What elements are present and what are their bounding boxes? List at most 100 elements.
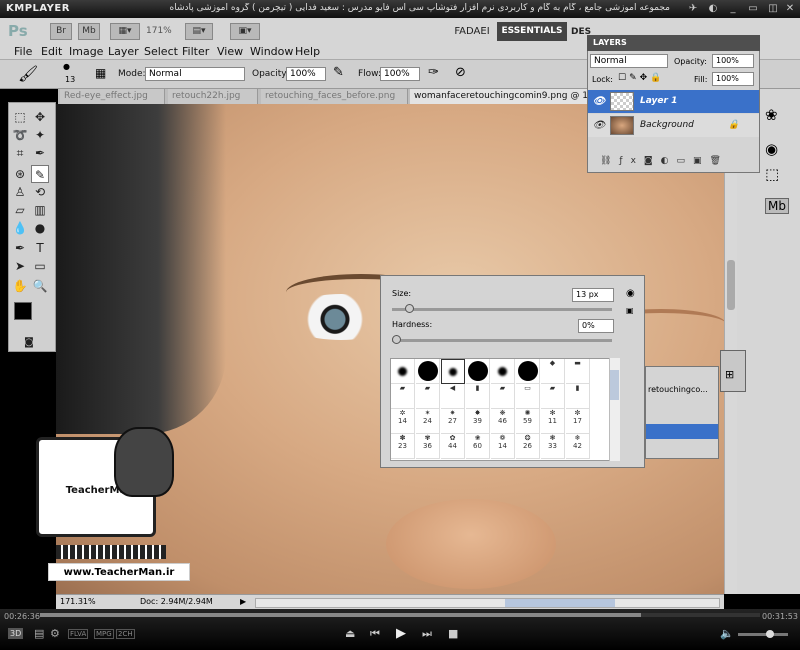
preset-special-10[interactable]: ▮ <box>566 384 590 409</box>
brush-size-value[interactable]: 13 <box>65 75 75 84</box>
menu-file[interactable]: File <box>14 45 32 58</box>
tab-retouching-faces[interactable]: retouching_faces_before.png <box>261 89 408 104</box>
opacity-input[interactable]: 100% <box>286 67 326 81</box>
opacity-pressure-icon[interactable]: ✎ <box>333 65 344 80</box>
quick-select-tool-icon[interactable]: ✦ <box>31 126 49 144</box>
tab-retouch22h[interactable]: retouch22h.jpg <box>168 89 258 104</box>
menu-help[interactable]: Help <box>295 45 320 58</box>
preset-hard-3[interactable] <box>516 359 540 384</box>
horizontal-scrollbar[interactable] <box>255 598 720 608</box>
preset-27[interactable]: ✷ 27 <box>441 409 465 434</box>
fullscreen-icon[interactable]: ◫ <box>766 2 780 15</box>
playlist-icon[interactable]: ▤ <box>34 627 44 640</box>
next-icon[interactable]: ⏭ <box>422 627 432 641</box>
dodge-tool-icon[interactable]: ● <box>31 219 49 237</box>
hand-tool-icon[interactable]: ✋ <box>11 277 29 295</box>
preset-special-4[interactable]: ▰ <box>416 384 440 409</box>
eraser-tool-icon[interactable]: ▱ <box>11 201 29 219</box>
preset-44[interactable]: ✿ 44 <box>441 434 465 459</box>
zoom-tool-icon[interactable]: 🔍 <box>31 277 49 295</box>
preset-special-6[interactable]: ▮ <box>466 384 490 409</box>
volume-knob[interactable] <box>766 630 774 638</box>
maximize-icon[interactable]: ▭ <box>746 2 760 15</box>
menu-edit[interactable]: Edit <box>41 45 62 58</box>
preset-14[interactable]: ✲ 14 <box>391 409 415 434</box>
airbrush-icon[interactable]: ✑ <box>428 65 439 80</box>
preset-39[interactable]: ✸ 39 <box>466 409 490 434</box>
preset-special-5[interactable]: ◀ <box>441 384 465 409</box>
foreground-color-swatch[interactable] <box>14 302 32 320</box>
preset-special-3[interactable]: ▰ <box>391 384 415 409</box>
volume-slider[interactable] <box>738 633 788 636</box>
screen-mode-icon[interactable]: ▣▾ <box>230 23 260 40</box>
preset-46[interactable]: ❋ 46 <box>491 409 515 434</box>
visibility-eye-icon[interactable]: 👁 <box>592 90 606 113</box>
tab-red-eye[interactable]: Red-eye_effect.jpg <box>60 89 165 104</box>
menu-image[interactable]: Image <box>69 45 103 58</box>
preset-23[interactable]: ✽ 23 <box>391 434 415 459</box>
preset-special-2[interactable]: ▬ <box>566 359 590 384</box>
gradient-tool-icon[interactable]: ▥ <box>31 201 49 219</box>
eject-icon[interactable]: ⏏ <box>345 627 355 640</box>
size-slider[interactable] <box>392 308 612 311</box>
preset-17[interactable]: ✼ 17 <box>566 409 590 434</box>
hardness-input[interactable]: 0% <box>578 319 614 333</box>
preset-soft-1[interactable] <box>391 359 415 384</box>
background-panel-selected-row[interactable] <box>646 424 718 439</box>
layer-row-layer-1[interactable]: 👁 Layer 1 <box>588 90 759 113</box>
play-icon[interactable]: ▶ <box>396 626 406 641</box>
skin-icon[interactable]: ◐ <box>706 2 720 15</box>
workspace-fadaei[interactable]: FADAEI <box>450 22 494 41</box>
previous-icon[interactable]: ⏮ <box>370 627 380 641</box>
fill-input[interactable]: 100% <box>712 72 754 86</box>
brush-panel-toggle-icon[interactable]: ▦ <box>95 66 106 80</box>
minibridge-panel-icon[interactable]: Mb <box>765 198 789 214</box>
scrollbar-thumb[interactable] <box>727 260 735 310</box>
brush-tool-active-icon[interactable]: ✎ <box>31 165 49 183</box>
preset-26[interactable]: ❂ 26 <box>516 434 540 459</box>
layer-name[interactable]: Layer 1 <box>640 96 677 106</box>
move-tool-icon[interactable]: ✥ <box>31 108 49 126</box>
menu-select[interactable]: Select <box>144 45 178 58</box>
bridge-icon[interactable]: Br <box>50 23 72 40</box>
extras-icon[interactable]: ▦▾ <box>110 23 140 40</box>
menu-filter[interactable]: Filter <box>182 45 209 58</box>
lasso-tool-icon[interactable]: ➰ <box>11 126 29 144</box>
preset-60[interactable]: ❀ 60 <box>466 434 490 459</box>
layer-name[interactable]: Background <box>640 120 694 130</box>
mode-select[interactable]: Normal <box>145 67 245 81</box>
panel-dock-icon-1[interactable]: ❀ <box>765 106 778 124</box>
brush-size-preview[interactable]: ● <box>63 62 70 71</box>
layer-opacity-input[interactable]: 100% <box>712 54 754 68</box>
stop-icon[interactable]: ■ <box>448 627 458 640</box>
new-preset-icon[interactable]: ▣ <box>626 306 634 315</box>
preset-special-9[interactable]: ▰ <box>541 384 565 409</box>
minibridge-icon[interactable]: Mb <box>78 23 100 40</box>
collapsed-panel-icon[interactable]: ⊞ <box>725 368 734 381</box>
preset-special-7[interactable]: ▰ <box>491 384 515 409</box>
preset-grid-scroll-thumb[interactable] <box>610 370 619 400</box>
close-icon[interactable]: ✕ <box>783 2 797 15</box>
layers-footer-icons[interactable]: ⛓ƒx◙◐▭▣🗑 <box>600 156 729 166</box>
size-input[interactable]: 13 px <box>572 288 614 302</box>
marquee-tool-icon[interactable]: ⬚ <box>11 108 29 126</box>
preset-special-1[interactable]: ◆ <box>541 359 565 384</box>
preset-36[interactable]: ✾ 36 <box>416 434 440 459</box>
layer-blend-mode-select[interactable]: Normal <box>590 54 668 68</box>
preset-59[interactable]: ✺ 59 <box>516 409 540 434</box>
status-arrow-icon[interactable]: ▶ <box>240 597 246 606</box>
preset-33[interactable]: ❃ 33 <box>541 434 565 459</box>
shape-tool-icon[interactable]: ▭ <box>31 257 49 275</box>
status-zoom[interactable]: 171.31% <box>60 597 96 606</box>
panel-dock-icon-3[interactable]: ⬚ <box>765 165 779 183</box>
picker-menu-icon[interactable]: ◉ <box>626 288 635 299</box>
preset-special-8[interactable]: ▭ <box>516 384 540 409</box>
visibility-eye-icon[interactable]: 👁 <box>592 114 606 137</box>
brush-tool-icon[interactable]: 🖌 <box>18 64 38 83</box>
quick-mask-icon[interactable]: ◙ <box>20 334 38 352</box>
menu-layer[interactable]: Layer <box>108 45 139 58</box>
spot-healing-tool-icon[interactable]: ⊛ <box>11 165 29 183</box>
flow-input[interactable]: 100% <box>380 67 420 81</box>
3d-button[interactable]: 3D <box>8 628 24 639</box>
preset-hard-1[interactable] <box>416 359 440 384</box>
